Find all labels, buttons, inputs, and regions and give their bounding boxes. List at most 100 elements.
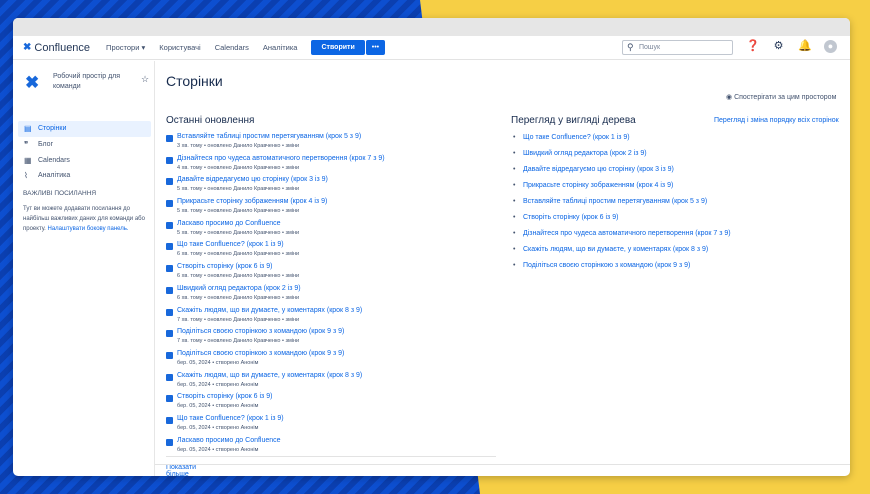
sidebar-item-blog[interactable]: ❞ Блог [18, 137, 151, 153]
page-meta: бер. 05, 2024 • створено Анонім [177, 381, 259, 388]
list-item: Вставляйте таблиці простим перетягування… [166, 133, 496, 155]
list-item: Дізнайтеся про чудеса автоматичного пере… [166, 155, 496, 177]
page-meta: 7 хв. тому • оновлено Данило Кравченко •… [177, 338, 300, 345]
space-name[interactable]: Робочий простір для команди [53, 72, 133, 92]
recent-list: Вставляйте таблиці простим перетягування… [166, 133, 496, 458]
page-icon: ▤ [24, 124, 32, 133]
sidebar-item-calendars[interactable]: ▦ Calendars [18, 153, 151, 169]
footer-divider [155, 464, 850, 465]
star-icon[interactable]: ☆ [141, 74, 149, 85]
page-icon [166, 416, 173, 424]
page-tree: Що таке Confluence? (крок 1 із 9)Швидкий… [511, 134, 731, 278]
list-item: Скажіть людям, що ви думаєте, у коментар… [166, 307, 496, 329]
page-link[interactable]: Скажіть людям, що ви думаєте, у коментар… [177, 307, 362, 314]
page-link[interactable]: Поділіться своєю сторінкою з командою (к… [177, 328, 344, 335]
page-meta: бер. 05, 2024 • створено Анонім [177, 446, 259, 453]
page-link[interactable]: Давайте відредагуємо цю сторінку (крок 3… [177, 176, 328, 183]
page-link[interactable]: Ласкаво просимо до Confluence [177, 220, 281, 227]
tree-item[interactable]: Швидкий огляд редактора (крок 2 із 9) [511, 150, 731, 166]
list-item: Ласкаво просимо до Confluence 5 хв. тому … [166, 220, 496, 242]
show-more-link[interactable]: Показати більше [166, 464, 196, 476]
tree-item[interactable]: Вставляйте таблиці простим перетягування… [511, 198, 731, 214]
nav-calendars[interactable]: Calendars [215, 43, 249, 52]
create-button[interactable]: Створити [311, 40, 365, 55]
tree-item[interactable]: Скажіть людям, що ви думаєте, у коментар… [511, 246, 731, 262]
space-logo-icon: ✖ [25, 73, 40, 92]
tree-item[interactable]: Створіть сторінку (крок 6 із 9) [511, 214, 731, 230]
page-link[interactable]: Скажіть людям, що ви думаєте, у коментар… [177, 372, 362, 379]
list-item: Поділіться своєю сторінкою з командою (к… [166, 350, 496, 372]
gear-icon[interactable]: ⚙ [772, 40, 785, 53]
page-meta: 5 хв. тому • оновлено Данило Кравченко •… [177, 208, 300, 215]
configure-sidebar-link[interactable]: Налаштувати бокову панель. [48, 226, 129, 232]
avatar[interactable]: ● [824, 40, 837, 53]
nav-spaces[interactable]: Простори ▾ [106, 43, 145, 52]
list-item: Створіть сторінку (крок 6 із 9) 6 хв. том… [166, 263, 496, 285]
browser-window: ✖ Confluence Простори ▾ Користувачі Calen… [13, 18, 850, 476]
list-item: Що таке Confluence? (крок 1 із 9) бер. 05… [166, 415, 496, 437]
links-heading: ВАЖЛИВІ ПОСИЛАННЯ [23, 190, 97, 197]
page-meta: 7 хв. тому • оновлено Данило Кравченко •… [177, 316, 300, 323]
page-icon [166, 135, 173, 142]
divider [166, 456, 496, 457]
create-more-button[interactable]: ••• [365, 40, 386, 55]
page-icon [166, 221, 173, 229]
sidebar-item-pages[interactable]: ▤ Сторінки [18, 121, 151, 137]
quote-icon: ❞ [24, 140, 29, 149]
page-meta: 3 хв. тому • оновлено Данило Кравченко •… [177, 143, 300, 149]
tree-item[interactable]: Прикрасьте сторінку зображенням (крок 4 … [511, 182, 731, 198]
page-meta: 4 хв. тому • оновлено Данило Кравченко •… [177, 164, 300, 171]
tree-view-title: Перегляд у вигляді дерева [511, 115, 636, 126]
page-meta: бер. 05, 2024 • створено Анонім [177, 424, 259, 431]
help-icon[interactable]: ❓ [746, 40, 760, 53]
chart-icon: ⌇ [24, 171, 28, 180]
recent-updates-title: Останні оновлення [166, 115, 255, 126]
list-item: Створіть сторінку (крок 6 із 9) бер. 05, … [166, 393, 496, 415]
confluence-icon: ✖ [23, 42, 32, 53]
calendar-icon: ▦ [24, 156, 32, 165]
page-link[interactable]: Ласкаво просимо до Confluence [177, 437, 281, 444]
page-icon [166, 308, 173, 316]
nav-people[interactable]: Користувачі [159, 43, 200, 52]
links-description: Тут ви можете додавати посилання до найб… [23, 206, 145, 232]
list-item: Прикрасьте сторінку зображенням (крок 4 … [166, 198, 496, 220]
browser-chrome [13, 18, 850, 36]
list-item: Скажіть людям, що ви думаєте, у коментар… [166, 372, 496, 394]
page-link[interactable]: Що таке Confluence? (крок 1 із 9) [177, 241, 284, 248]
watch-space-button[interactable]: ◉ Спостерігати за цим простором [726, 93, 836, 101]
confluence-logo[interactable]: ✖ Confluence [23, 42, 90, 54]
list-item: Давайте відредагуємо цю сторінку (крок 3… [166, 176, 496, 198]
tree-item[interactable]: Дізнайтеся про чудеса автоматичного пере… [511, 230, 731, 246]
page-link[interactable]: Створіть сторінку (крок 6 із 9) [177, 393, 272, 400]
page-icon [166, 200, 173, 208]
page-meta: 5 хв. тому • оновлено Данило Кравченко •… [177, 186, 300, 193]
tree-item[interactable]: Давайте відредагуємо цю сторінку (крок 3… [511, 166, 731, 182]
page-icon [166, 156, 173, 164]
page-icon [166, 438, 173, 446]
page-link[interactable]: Створіть сторінку (крок 6 із 9) [177, 263, 272, 270]
list-item: Що таке Confluence? (крок 1 із 9) 6 хв. т… [166, 241, 496, 263]
page-icon [166, 395, 173, 403]
page-link[interactable]: Швидкий огляд редактора (крок 2 із 9) [177, 285, 301, 292]
page-icon [166, 351, 173, 359]
page-icon [166, 243, 173, 251]
sidebar: ✖ Робочий простір для команди ☆ ▤ Сторінк… [13, 61, 155, 476]
page-meta: бер. 05, 2024 • створено Анонім [177, 403, 259, 410]
sidebar-item-analytics[interactable]: ⌇ Аналітика [18, 168, 151, 184]
page-icon [166, 286, 173, 294]
page-link[interactable]: Прикрасьте сторінку зображенням (крок 4 … [177, 198, 327, 205]
page-link[interactable]: Що таке Confluence? (крок 1 із 9) [177, 415, 284, 422]
tree-item[interactable]: Що таке Confluence? (крок 1 із 9) [511, 134, 731, 150]
page-icon [166, 178, 173, 186]
page-link[interactable]: Поділіться своєю сторінкою з командою (к… [177, 350, 344, 357]
search-input[interactable]: Пошук [622, 40, 733, 55]
notification-bell-icon[interactable]: 🔔 [798, 40, 812, 53]
tree-item[interactable]: Поділіться своєю сторінкою з командою (к… [511, 262, 731, 278]
page-icon [166, 330, 173, 338]
page-link[interactable]: Дізнайтеся про чудеса автоматичного пере… [177, 155, 385, 162]
reorder-pages-link[interactable]: Перегляд і зміна порядку всіх сторінок [714, 117, 839, 124]
list-item: Швидкий огляд редактора (крок 2 із 9) 6 х… [166, 285, 496, 307]
nav-analytics[interactable]: Аналітика [263, 43, 298, 52]
page-link[interactable]: Вставляйте таблиці простим перетягування… [177, 133, 361, 140]
page-title: Сторінки [166, 73, 223, 89]
